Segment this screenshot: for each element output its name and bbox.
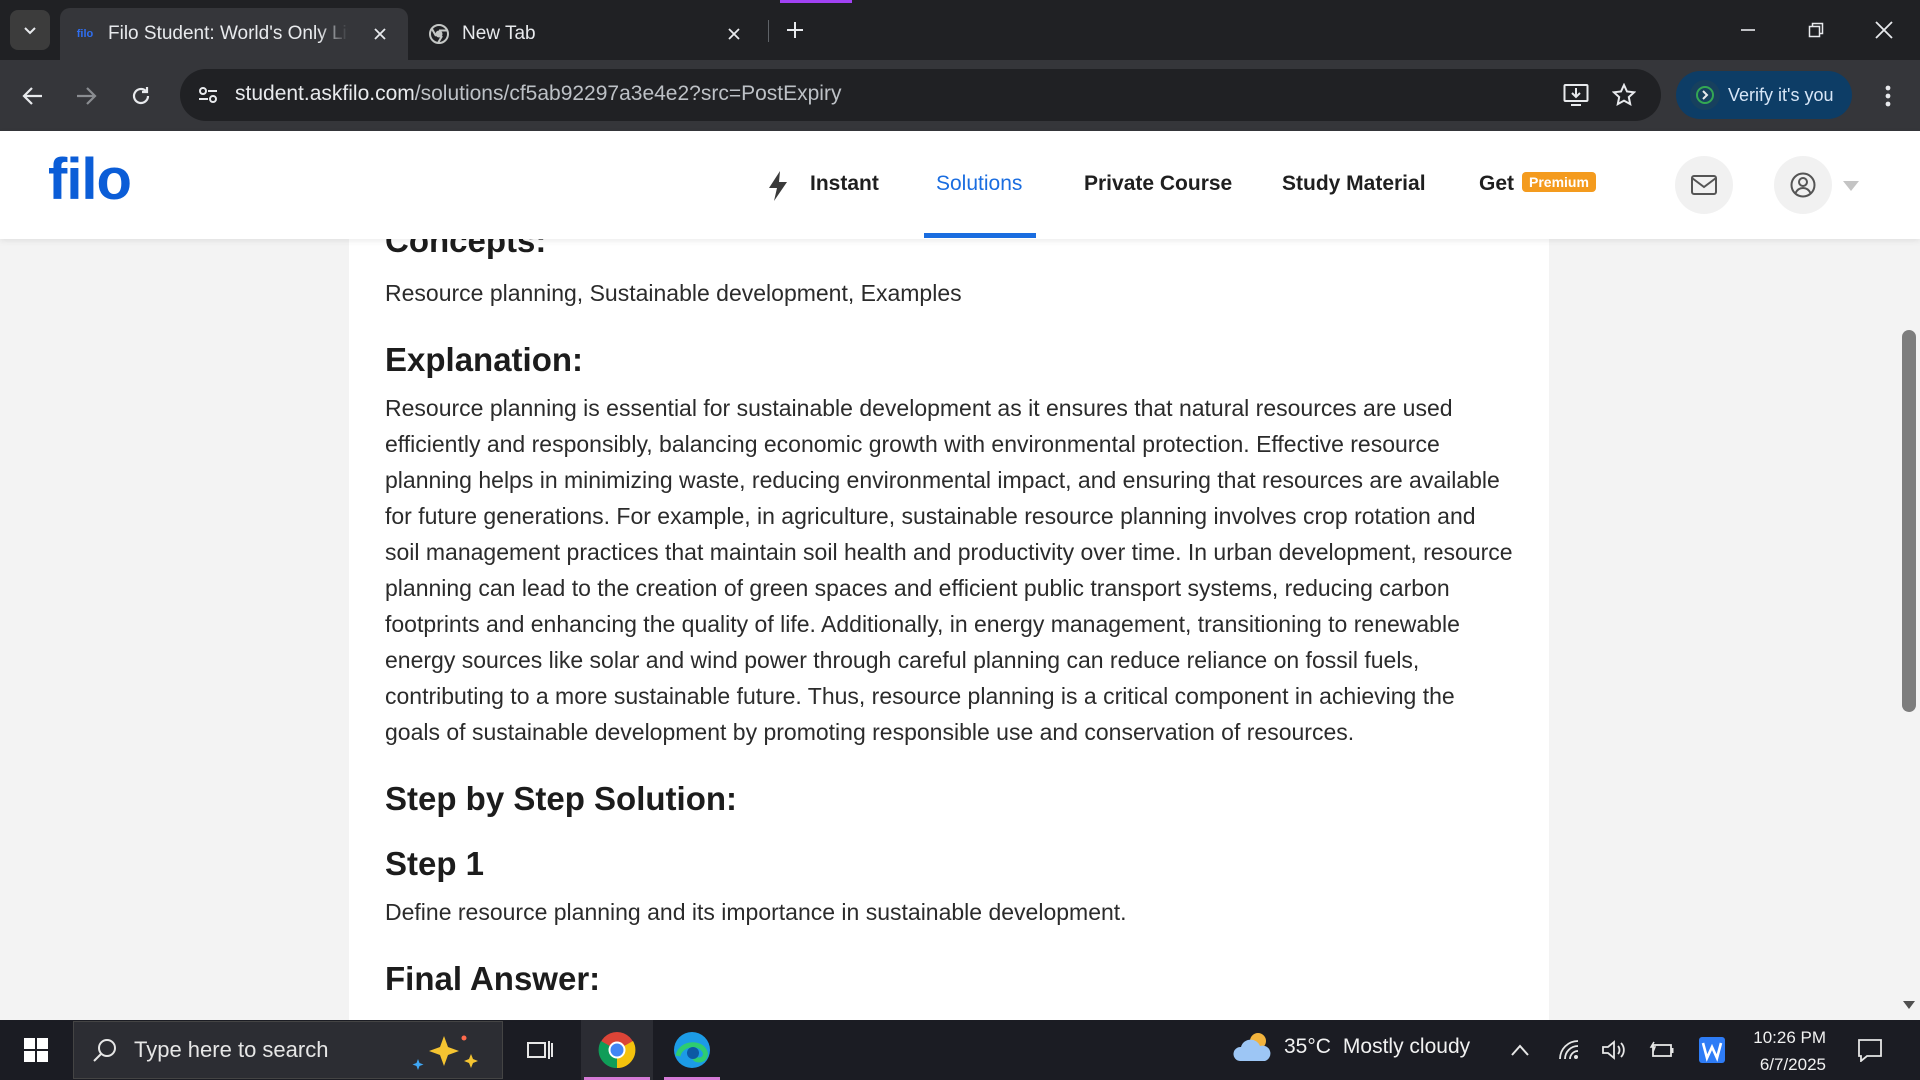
solution-panel: Concepts: Resource planning, Sustainable… xyxy=(349,239,1549,1020)
new-tab-button[interactable] xyxy=(777,12,813,48)
star-icon xyxy=(1612,83,1636,107)
user-circle-icon xyxy=(1790,172,1816,198)
task-view-button[interactable] xyxy=(516,1020,564,1080)
tab-title: New Tab xyxy=(462,23,536,44)
browser-menu-button[interactable] xyxy=(1872,78,1904,114)
nav-get-premium[interactable]: Get Premium xyxy=(1479,172,1596,196)
concepts-heading: Concepts: xyxy=(385,239,547,259)
bookmark-button[interactable] xyxy=(1608,79,1640,111)
reload-icon xyxy=(132,87,150,105)
address-bar[interactable]: student.askfilo.com/solutions/cf5ab92297… xyxy=(180,69,1661,121)
taskbar-chrome-button[interactable] xyxy=(581,1020,653,1080)
final-answer-heading: Final Answer: xyxy=(385,960,601,997)
filo-logo[interactable]: filo xyxy=(48,146,132,213)
close-icon xyxy=(1875,21,1893,39)
tab-search-button[interactable] xyxy=(10,10,50,50)
tab-strip: filo Filo Student: World's Only Live Ins… xyxy=(0,0,1920,60)
step1-text: Define resource planning and its importa… xyxy=(385,899,1127,925)
site-info-button[interactable] xyxy=(190,77,226,113)
scroll-down-arrow-icon[interactable] xyxy=(1902,1000,1916,1010)
show-hidden-icons-button[interactable] xyxy=(1502,1020,1538,1080)
nav-solutions[interactable]: Solutions xyxy=(936,172,1022,196)
explanation-heading: Explanation: xyxy=(385,341,584,378)
premium-badge: Premium xyxy=(1522,172,1596,192)
minimize-icon xyxy=(1741,29,1755,31)
battery-charging-icon xyxy=(1649,1041,1674,1057)
chevron-up-icon xyxy=(1511,1044,1529,1056)
cloudy-weather-icon xyxy=(1233,1033,1271,1061)
tune-icon xyxy=(199,87,217,103)
taskbar-search-box[interactable]: Type here to search xyxy=(73,1021,503,1079)
nav-private-course[interactable]: Private Course xyxy=(1084,172,1232,196)
more-vertical-icon xyxy=(1885,85,1891,107)
messages-button[interactable] xyxy=(1675,156,1733,214)
url-text[interactable]: student.askfilo.com/solutions/cf5ab92297… xyxy=(235,82,841,106)
weather-temp: 35°C xyxy=(1284,1035,1331,1058)
search-icon xyxy=(93,1039,116,1062)
back-button[interactable] xyxy=(13,76,53,116)
lightning-icon xyxy=(766,170,790,202)
notifications-button[interactable] xyxy=(1850,1020,1890,1080)
restore-button[interactable] xyxy=(1782,0,1850,60)
taskbar-edge-button[interactable] xyxy=(660,1020,724,1080)
verify-shield-icon xyxy=(1690,80,1720,110)
w-app-icon xyxy=(1699,1037,1725,1063)
wifi-icon xyxy=(1559,1040,1579,1060)
task-view-icon xyxy=(527,1041,553,1059)
tab-title: Filo Student: World's Only Live Instant … xyxy=(108,23,348,44)
edge-icon xyxy=(674,1032,710,1068)
restore-icon xyxy=(1808,22,1824,38)
nav-instant[interactable]: Instant xyxy=(810,172,879,196)
notification-icon xyxy=(1858,1039,1882,1062)
windows-icon xyxy=(24,1038,48,1062)
close-window-button[interactable] xyxy=(1850,0,1918,60)
verify-label: Verify it's you xyxy=(1728,84,1834,105)
chevron-down-icon xyxy=(24,27,36,35)
arrow-right-icon xyxy=(77,87,97,105)
tab-filo[interactable]: filo Filo Student: World's Only Live Ins… xyxy=(60,8,408,60)
install-icon xyxy=(1563,84,1589,106)
steps-heading: Step by Step Solution: xyxy=(385,780,737,817)
weather-desc: Mostly cloudy xyxy=(1342,1035,1471,1058)
minimize-button[interactable] xyxy=(1714,0,1782,60)
filo-favicon-icon: filo xyxy=(76,28,94,40)
nav-get-label: Get xyxy=(1479,172,1515,195)
mail-icon xyxy=(1691,175,1717,195)
weather-widget[interactable]: 35°C Mostly cloudy xyxy=(1232,1030,1470,1064)
concepts-text: Resource planning, Sustainable developme… xyxy=(385,280,962,306)
nav-active-indicator xyxy=(924,233,1036,238)
explanation-text: Resource planning is essential for susta… xyxy=(385,395,1513,745)
clock-time: 10:26 PM xyxy=(1753,1028,1826,1047)
install-app-button[interactable] xyxy=(1560,79,1592,111)
volume-button[interactable] xyxy=(1596,1020,1632,1080)
tab-separator xyxy=(768,20,769,42)
battery-button[interactable] xyxy=(1644,1020,1680,1080)
reload-button[interactable] xyxy=(121,76,161,116)
close-tab-icon[interactable] xyxy=(720,20,748,48)
close-tab-icon[interactable] xyxy=(366,20,394,48)
search-placeholder: Type here to search xyxy=(134,1037,329,1062)
arrow-left-icon xyxy=(22,87,42,105)
profile-button[interactable] xyxy=(1774,156,1832,214)
step1-heading: Step 1 xyxy=(385,845,485,882)
clock-date: 6/7/2025 xyxy=(1759,1055,1826,1074)
forward-button[interactable] xyxy=(66,76,106,116)
profile-dropdown-icon[interactable] xyxy=(1842,180,1860,192)
system-clock[interactable]: 10:26 PM 6/7/2025 xyxy=(1740,1024,1826,1078)
verify-profile-button[interactable]: Verify it's you xyxy=(1676,71,1852,119)
network-button[interactable] xyxy=(1552,1020,1588,1080)
copilot-sparkle-icon xyxy=(412,1035,478,1070)
speaker-icon xyxy=(1602,1040,1625,1060)
tab-group-indicator xyxy=(780,0,852,3)
scrollbar-thumb[interactable] xyxy=(1902,330,1916,712)
url-host: student.askfilo.com xyxy=(235,82,415,105)
tab-new-tab[interactable]: New Tab xyxy=(414,8,762,60)
url-path: /solutions/cf5ab92297a3e4e2?src=PostExpi… xyxy=(414,82,842,105)
start-button[interactable] xyxy=(0,1020,72,1080)
app-tray-button[interactable] xyxy=(1692,1020,1732,1080)
chrome-icon xyxy=(428,23,450,45)
chrome-icon xyxy=(598,1032,636,1069)
plus-icon xyxy=(787,22,803,38)
nav-study-material[interactable]: Study Material xyxy=(1282,172,1426,196)
